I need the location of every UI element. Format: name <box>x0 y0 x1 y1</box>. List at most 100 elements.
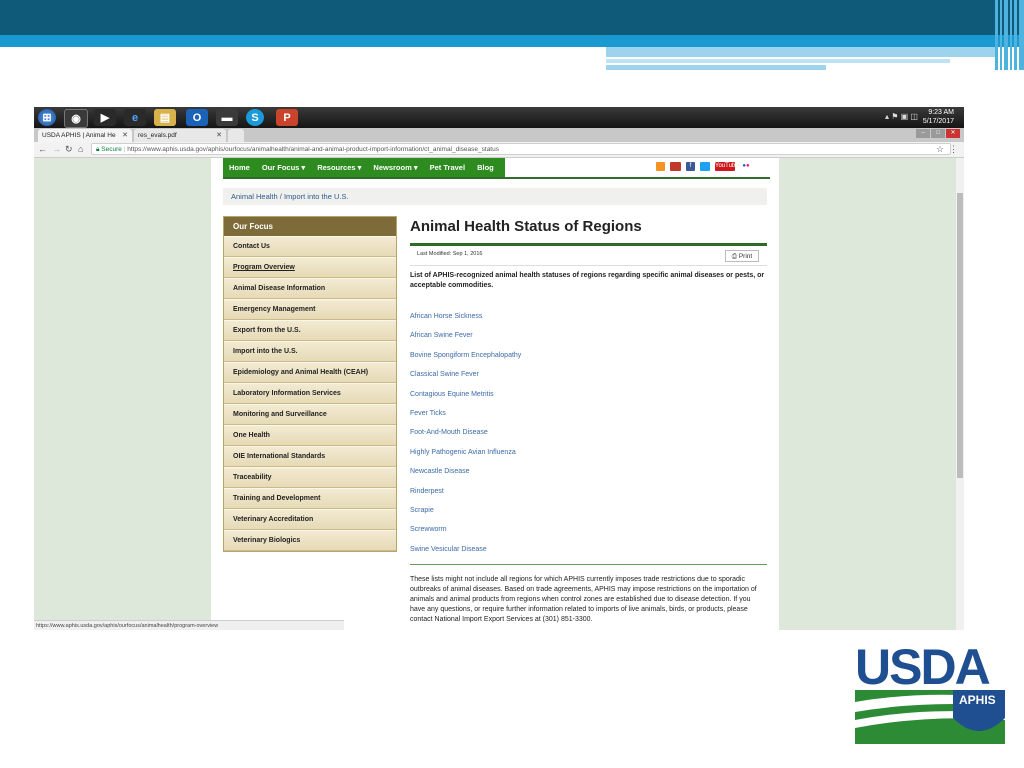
url-input[interactable]: 🔒︎ Secure | https://www.aphis.usda.gov/a… <box>91 143 951 155</box>
link-newcastle-disease[interactable]: Newcastle Disease <box>410 468 767 487</box>
slide-accent-strip <box>606 65 826 70</box>
minimize-icon[interactable]: – <box>916 129 930 138</box>
nav-blog[interactable]: Blog <box>471 163 500 172</box>
link-contagious-equine-metritis[interactable]: Contagious Equine Metritis <box>410 391 767 410</box>
footnote-text: These lists might not include all region… <box>410 576 757 624</box>
chrome-icon[interactable]: ◉ <box>64 109 88 128</box>
sidebar-item-animal-disease-information[interactable]: Animal Disease Information <box>224 278 396 299</box>
sidebar-item-emergency-management[interactable]: Emergency Management <box>224 299 396 320</box>
content-divider <box>410 564 767 566</box>
link-scrapie[interactable]: Scrapie <box>410 507 767 526</box>
clock-time: 9:23 AM <box>928 109 954 116</box>
vertical-scrollbar[interactable] <box>956 158 964 630</box>
window-close-icon[interactable]: ✕ <box>946 129 960 138</box>
home-icon[interactable]: ⌂ <box>78 144 83 154</box>
link-african-horse-sickness[interactable]: African Horse Sickness <box>410 313 767 332</box>
last-modified: Last Modified: Sep 1, 2016 <box>417 251 483 257</box>
link-hpai[interactable]: Highly Pathogenic Avian Influenza <box>410 449 767 468</box>
sidebar-item-laboratory[interactable]: Laboratory Information Services <box>224 383 396 404</box>
link-classical-swine-fever[interactable]: Classical Swine Fever <box>410 371 767 390</box>
page-meta: Last Modified: Sep 1, 2016 ⎙ Print <box>410 246 767 266</box>
file-explorer-icon[interactable]: ▤ <box>154 109 176 126</box>
sidebar-item-veterinary-biologics[interactable]: Veterinary Biologics <box>224 530 396 551</box>
sidebar-item-monitoring[interactable]: Monitoring and Surveillance <box>224 404 396 425</box>
system-tray-icons[interactable]: ▴ ⚑ ▣ ◫ <box>885 112 918 121</box>
logo-text-aphis: APHIS <box>959 693 996 707</box>
slide-vertical-stripes <box>992 0 1024 70</box>
windows-taskbar: ⊞ ◉ ▶ e ▤ O ▬ S P ▴ ⚑ ▣ ◫ 9:23 AM 5/17/2… <box>34 107 964 128</box>
link-african-swine-fever[interactable]: African Swine Fever <box>410 332 767 351</box>
tab-strip: USDA APHIS | Animal He ✕ res_evals.pdf ✕… <box>34 128 964 142</box>
printer-icon: ⎙ <box>731 253 737 260</box>
link-swine-vesicular-disease[interactable]: Swine Vesicular Disease <box>410 546 767 565</box>
link-status-bar: https://www.aphis.usda.gov/aphis/ourfocu… <box>34 620 344 630</box>
youtube-icon[interactable]: YouTube <box>715 162 739 171</box>
nav-newsroom[interactable]: Newsroom ▾ <box>367 163 423 172</box>
link-rinderpest[interactable]: Rinderpest <box>410 488 767 507</box>
close-icon[interactable]: ✕ <box>216 131 222 139</box>
sidebar-item-veterinary-accreditation[interactable]: Veterinary Accreditation <box>224 509 396 530</box>
sidebar-item-traceability[interactable]: Traceability <box>224 467 396 488</box>
media-player-icon[interactable]: ▶ <box>94 109 116 126</box>
sidebar-item-training[interactable]: Training and Development <box>224 488 396 509</box>
facebook-icon[interactable]: f <box>686 162 695 171</box>
sidebar-heading: Our Focus <box>224 217 396 236</box>
link-screwworm[interactable]: Screwworm <box>410 526 767 545</box>
reload-icon[interactable]: ↻ <box>65 144 73 155</box>
maximize-icon[interactable]: □ <box>931 129 945 138</box>
main-menu: Home Our Focus ▾ Resources ▾ Newsroom ▾ … <box>223 158 505 177</box>
social-links: f YouTube ●● <box>656 162 752 171</box>
sidebar-item-export[interactable]: Export from the U.S. <box>224 320 396 341</box>
bookmark-star-icon[interactable]: ☆ <box>936 144 944 155</box>
new-tab-button[interactable] <box>228 129 244 142</box>
print-label: Print <box>738 253 753 260</box>
nav-home[interactable]: Home <box>223 163 256 172</box>
app-icon[interactable]: ▬ <box>216 109 238 126</box>
page-title: Animal Health Status of Regions <box>410 218 642 235</box>
internet-explorer-icon[interactable]: e <box>124 109 146 126</box>
sidebar-item-oie-standards[interactable]: OIE International Standards <box>224 446 396 467</box>
nav-our-focus[interactable]: Our Focus ▾ <box>256 163 311 172</box>
sidebar-item-contact-us[interactable]: Contact Us <box>224 236 396 257</box>
flickr-icon[interactable]: ●● <box>740 162 752 171</box>
tab-res-evals[interactable]: res_evals.pdf ✕ <box>134 129 226 142</box>
sidebar-item-ceah[interactable]: Epidemiology and Animal Health (CEAH) <box>224 362 396 383</box>
scrollbar-thumb[interactable] <box>957 193 963 478</box>
powerpoint-icon[interactable]: P <box>276 109 298 126</box>
site-top-nav: Home Our Focus ▾ Resources ▾ Newsroom ▾ … <box>223 158 770 179</box>
back-icon[interactable]: ← <box>38 144 47 154</box>
web-page: Home Our Focus ▾ Resources ▾ Newsroom ▾ … <box>211 158 779 630</box>
logo-text-usda: USDA <box>855 640 990 695</box>
tab-usda-aphis[interactable]: USDA APHIS | Animal He ✕ <box>38 129 132 142</box>
browser-menu-icon[interactable]: ⋮ <box>949 144 958 155</box>
breadcrumb[interactable]: Animal Health / Import into the U.S. <box>223 188 767 205</box>
email-icon[interactable] <box>670 162 681 171</box>
nav-pet-travel[interactable]: Pet Travel <box>424 163 471 172</box>
usda-aphis-logo: USDA APHIS <box>855 639 1005 744</box>
twitter-icon[interactable] <box>700 162 710 171</box>
tab-label: USDA APHIS | Animal He <box>42 132 116 139</box>
nav-resources[interactable]: Resources ▾ <box>311 163 367 172</box>
link-bse[interactable]: Bovine Spongiform Encephalopathy <box>410 352 767 371</box>
sidebar-item-one-health[interactable]: One Health <box>224 425 396 446</box>
forward-icon[interactable]: → <box>52 144 61 154</box>
intro-text: List of APHIS-recognized animal health s… <box>410 272 765 289</box>
secure-label: Secure <box>101 146 122 153</box>
sidebar-item-import[interactable]: Import into the U.S. <box>224 341 396 362</box>
slide-header-accent <box>0 35 1024 47</box>
skype-icon[interactable]: S <box>246 109 264 126</box>
disease-link-list: African Horse Sickness African Swine Fev… <box>410 313 767 565</box>
slide-accent-strip <box>606 47 996 57</box>
start-button-icon[interactable]: ⊞ <box>38 109 56 126</box>
rss-icon[interactable] <box>656 162 665 171</box>
outlook-icon[interactable]: O <box>186 109 208 126</box>
sidebar-item-program-overview[interactable]: Program Overview <box>224 257 396 278</box>
close-icon[interactable]: ✕ <box>122 131 128 139</box>
link-foot-and-mouth[interactable]: Foot-And-Mouth Disease <box>410 429 767 448</box>
browser-viewport: Home Our Focus ▾ Resources ▾ Newsroom ▾ … <box>34 158 964 630</box>
link-fever-ticks[interactable]: Fever Ticks <box>410 410 767 429</box>
print-button[interactable]: ⎙ Print <box>725 250 759 262</box>
url-text: https://www.aphis.usda.gov/aphis/ourfocu… <box>127 146 499 153</box>
clock-date: 5/17/2017 <box>922 118 954 125</box>
slide-header-band <box>0 0 1024 35</box>
